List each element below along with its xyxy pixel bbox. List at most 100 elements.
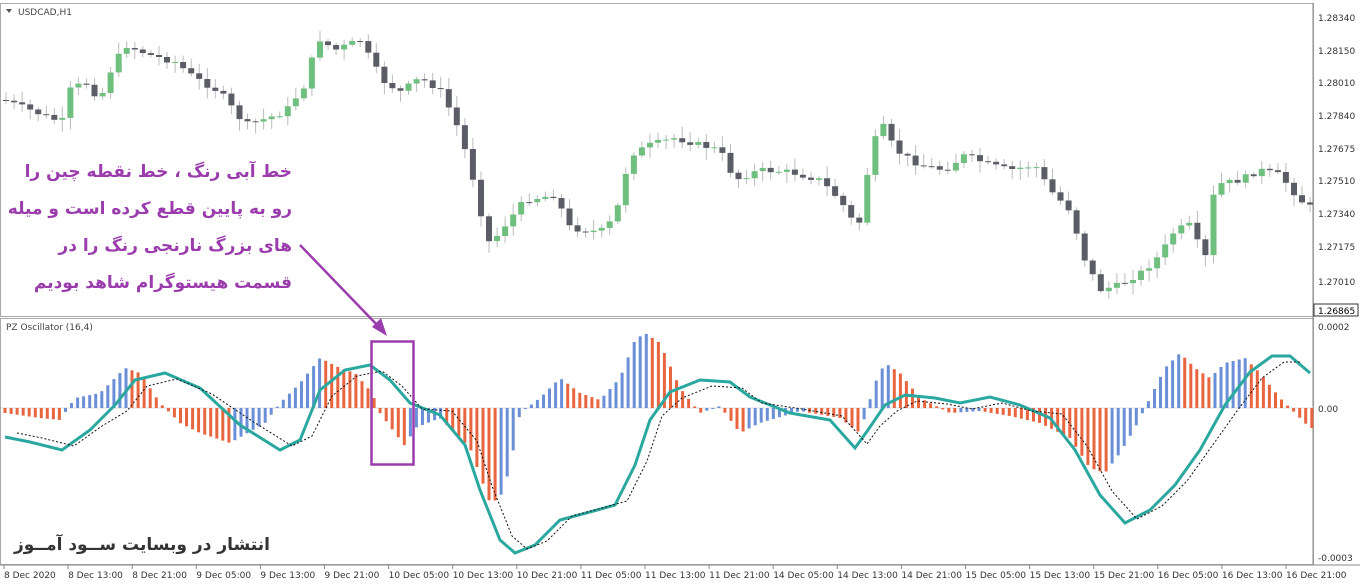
candle-body xyxy=(1057,192,1064,201)
histogram-bar xyxy=(517,408,521,418)
candle-body xyxy=(1266,168,1273,171)
candle-body xyxy=(236,105,243,120)
candle-body xyxy=(212,87,219,91)
candle-body xyxy=(1250,174,1257,177)
time-label: 10 Dec 05:00 xyxy=(389,571,450,581)
candle-body xyxy=(341,44,348,50)
candle-body xyxy=(783,169,790,172)
candle-body xyxy=(220,90,227,94)
candle-body xyxy=(799,174,806,178)
candle-body xyxy=(1186,222,1193,226)
candle-body xyxy=(735,172,742,180)
candle-body xyxy=(904,153,911,156)
histogram-bar xyxy=(414,408,418,428)
histogram-bar xyxy=(215,408,219,439)
candle-body xyxy=(1234,179,1241,183)
histogram-bar xyxy=(384,408,388,422)
histogram-bar xyxy=(378,408,382,414)
price-label: 1.27510 xyxy=(1318,177,1355,187)
candle-body xyxy=(172,62,179,63)
histogram-bar xyxy=(735,408,739,429)
time-label: 8 Dec 21:00 xyxy=(132,571,187,581)
histogram-bar xyxy=(632,342,636,408)
candle-body xyxy=(51,114,58,120)
histogram-bar xyxy=(1189,363,1193,408)
candle-body xyxy=(518,202,525,215)
candle-body xyxy=(679,138,686,143)
histogram-bar xyxy=(1183,357,1187,408)
price-label: 1.28340 xyxy=(1318,14,1355,24)
histogram-bar xyxy=(505,408,509,477)
histogram-bar xyxy=(814,408,818,414)
histogram-bar xyxy=(197,408,201,433)
time-label: 10 Dec 21:00 xyxy=(517,571,578,581)
oscillator-axis-label: -0.0003 xyxy=(1318,554,1353,564)
candle-body xyxy=(1065,200,1072,211)
histogram-bar xyxy=(820,408,824,415)
histogram-bar xyxy=(1159,376,1162,408)
candle-body xyxy=(43,114,50,116)
histogram-bar xyxy=(711,408,715,409)
histogram-bar xyxy=(578,392,582,408)
histogram-bar xyxy=(681,391,685,408)
time-label: 16 Dec 05:00 xyxy=(1158,571,1219,581)
watermark: انتشار در وبسایت ســود آمــوز xyxy=(14,535,270,555)
histogram-bar xyxy=(566,383,570,408)
histogram-bar xyxy=(221,408,225,441)
candle-body xyxy=(671,138,678,140)
candle-body xyxy=(864,174,871,223)
histogram-bar xyxy=(929,403,933,408)
histogram-bar xyxy=(148,388,152,408)
histogram-bar xyxy=(856,408,860,432)
histogram-bar xyxy=(765,408,769,421)
histogram-bar xyxy=(300,381,303,408)
histogram-bar xyxy=(693,406,697,408)
symbol-label: USDCAD,H1 xyxy=(18,8,72,18)
candle-body xyxy=(421,79,428,81)
histogram-bar xyxy=(705,408,709,411)
candle-body xyxy=(11,100,18,103)
candle-body xyxy=(574,225,581,232)
candle-body xyxy=(550,196,557,198)
histogram-bar xyxy=(759,408,763,423)
candle-body xyxy=(622,173,629,206)
histogram-bar xyxy=(554,382,558,408)
histogram-bar xyxy=(118,373,122,408)
candle-body xyxy=(333,45,340,50)
histogram-bar xyxy=(1086,408,1090,465)
candle-body xyxy=(1146,268,1153,271)
oscillator-axis-label: 0.00 xyxy=(1318,405,1338,415)
histogram-bar xyxy=(959,408,963,413)
histogram-bar xyxy=(1007,408,1011,416)
candle-body xyxy=(486,216,492,242)
candle-body xyxy=(711,147,718,149)
candle-body xyxy=(542,196,549,199)
histogram-bar xyxy=(142,379,146,408)
histogram-bar xyxy=(1243,358,1247,408)
candle-body xyxy=(244,119,251,122)
annotation-line: های بزرگ نارنجی رنگ را در xyxy=(58,236,292,256)
histogram-bar xyxy=(1153,389,1156,408)
histogram-bar xyxy=(548,388,551,408)
candle-body xyxy=(1202,239,1209,256)
candle-body xyxy=(115,53,122,73)
candle-body xyxy=(993,161,1000,165)
candle-body xyxy=(606,221,613,228)
candle-body xyxy=(944,169,951,171)
candle-body xyxy=(1049,179,1056,193)
histogram-bar xyxy=(535,399,539,408)
histogram-bar xyxy=(1140,408,1144,414)
histogram-bar xyxy=(656,341,660,408)
histogram-bar xyxy=(1013,408,1017,418)
candle-body xyxy=(558,198,565,209)
histogram-bar xyxy=(82,396,86,408)
histogram-bar xyxy=(463,408,467,443)
candle-body xyxy=(582,231,589,233)
histogram-bar xyxy=(1116,408,1120,456)
histogram-bar xyxy=(390,408,394,430)
histogram-bar xyxy=(523,408,527,409)
annotation-line: رو به پایین قطع کرده است و میله xyxy=(7,199,292,219)
oscillator-axis: 0.0002 0.00 -0.0003 xyxy=(1318,323,1353,564)
histogram-bar xyxy=(487,408,491,501)
histogram-bar xyxy=(1134,408,1138,426)
